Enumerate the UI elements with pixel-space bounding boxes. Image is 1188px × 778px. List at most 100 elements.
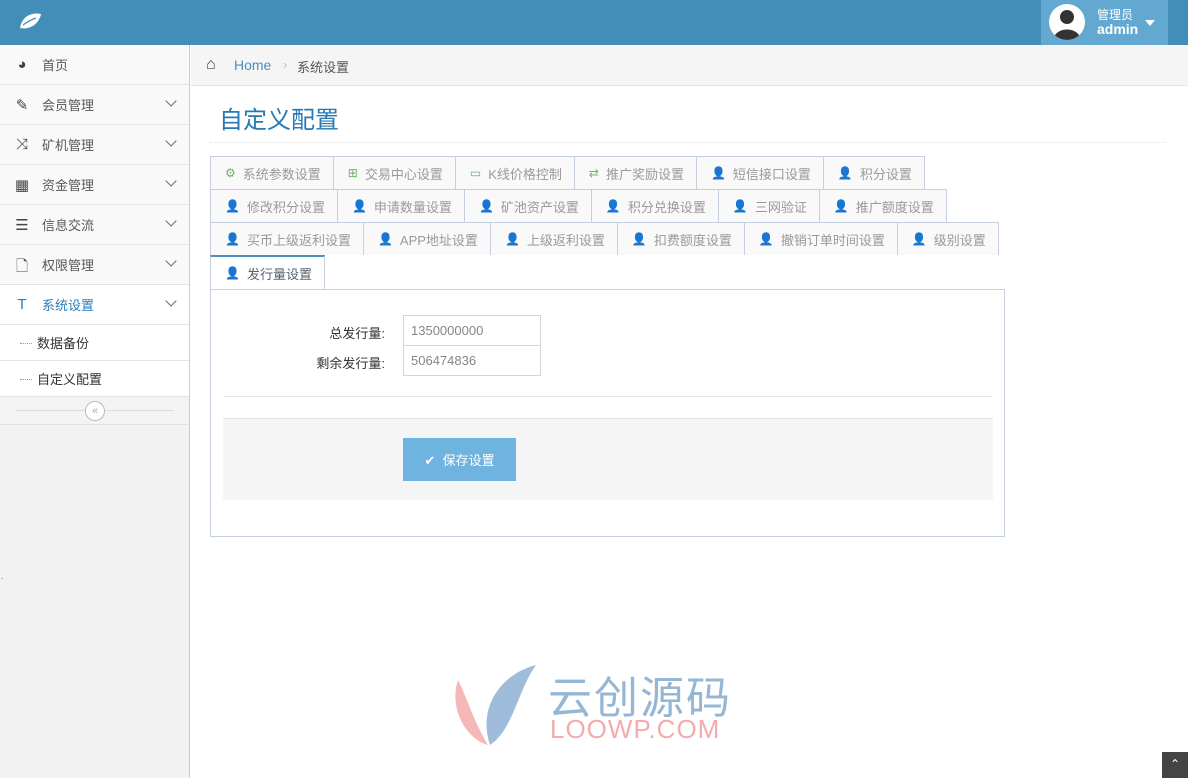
- settings-tabs: ⚙ 系统参数设置 ⊞ 交易中心设置 ▭ K线价格控制 ⇄ 推广奖励设置 👤 短信接口设置 👤 积分设置…: [210, 156, 999, 289]
- edit-icon: ✎: [15, 97, 29, 114]
- shuffle-icon: ⤨: [15, 136, 28, 153]
- user-icon: 👤: [732, 199, 748, 213]
- breadcrumb-separator: ›: [283, 57, 288, 72]
- tab-label: 短信接口设置: [732, 166, 811, 182]
- leaf-logo-icon[interactable]: [18, 12, 42, 30]
- tab-label: 扣费额度设置: [653, 232, 732, 248]
- sidebar-item-6[interactable]: T 系统设置: [0, 285, 189, 325]
- user-icon: 👤: [758, 232, 774, 246]
- save-label: 保存设置: [442, 453, 495, 468]
- user-menu[interactable]: 管理员 admin: [1041, 0, 1168, 45]
- chevron-down-icon: [165, 215, 177, 227]
- sidebar-item-label: 资金管理: [42, 178, 95, 193]
- remaining-issuance-input[interactable]: [403, 345, 541, 376]
- breadcrumb-home-link[interactable]: Home: [234, 57, 271, 73]
- user-icon: 👤: [478, 199, 494, 213]
- tab[interactable]: 👤 APP地址设置: [362, 222, 490, 255]
- tab[interactable]: 👤 积分兑换设置: [590, 189, 718, 222]
- tab-label: 买币上级返利设置: [246, 232, 351, 248]
- watermark-en: LOOWP.COM: [550, 714, 721, 744]
- tab[interactable]: 👤 买币上级返利设置: [210, 222, 363, 255]
- tab-label: 申请数量设置: [373, 199, 452, 215]
- tab[interactable]: ⚙ 系统参数设置: [210, 156, 333, 189]
- tab[interactable]: ⇄ 推广奖励设置: [573, 156, 696, 189]
- home-icon[interactable]: ⌂: [206, 56, 216, 74]
- tab[interactable]: 👤 积分设置: [822, 156, 925, 189]
- sidebar-item-label: 首页: [42, 58, 69, 73]
- tab-panel-issuance: 总发行量: 剩余发行量: ✔ 保存设置: [210, 289, 1005, 537]
- sidebar-item-label: 权限管理: [42, 258, 95, 273]
- tab-label: 推广额度设置: [855, 199, 934, 215]
- avatar: [1049, 4, 1085, 40]
- tab[interactable]: 👤 三网验证: [717, 189, 819, 222]
- tab-label: 积分设置: [859, 166, 912, 182]
- chevron-down-icon: [165, 295, 177, 307]
- tab[interactable]: 👤 级别设置: [896, 222, 999, 255]
- user-icon: 👤: [605, 199, 621, 213]
- watermark-logo: 云创源码 LOOWP.COM: [448, 660, 748, 750]
- sidebar-item-3[interactable]: ▦ 资金管理: [0, 165, 189, 205]
- user-icon: 👤: [225, 199, 240, 213]
- tab-row: ⚙ 系统参数设置 ⊞ 交易中心设置 ▭ K线价格控制 ⇄ 推广奖励设置 👤 短信接口设置 👤 积分设置: [210, 156, 999, 189]
- user-icon: 👤: [504, 232, 520, 246]
- sidebar: ◕ 首页 ✎ 会员管理 ⤨ 矿机管理 ▦ 资金管理 ☰ 信息交流 🗋 权限管理 T 系统设置 数据备份 自定…: [0, 45, 190, 778]
- user-icon: ▭: [469, 166, 482, 180]
- tab-label: K线价格控制: [488, 166, 562, 182]
- tab[interactable]: ▭ K线价格控制: [454, 156, 574, 189]
- calendar-icon: ▦: [14, 177, 30, 194]
- list-icon: ☰: [15, 217, 29, 234]
- breadcrumb: ⌂ Home › 系统设置: [191, 45, 1188, 86]
- sidebar-item-label: 信息交流: [42, 218, 95, 233]
- tab[interactable]: 👤 推广额度设置: [818, 189, 947, 222]
- tab-row: 👤 发行量设置: [210, 255, 999, 289]
- tab-row: 👤 修改积分设置 👤 申请数量设置 👤 矿池资产设置 👤 积分兑换设置 👤 三网验证 👤 推广额度设置: [210, 189, 999, 222]
- total-issuance-input[interactable]: [403, 315, 541, 346]
- tab-label: 推广奖励设置: [605, 166, 684, 182]
- user-icon: 👤: [833, 199, 849, 213]
- tab[interactable]: 👤 扣费额度设置: [616, 222, 744, 255]
- tab-label: 修改积分设置: [246, 199, 325, 215]
- back-to-top-button[interactable]: ⌃: [1162, 752, 1188, 778]
- tab[interactable]: 👤 撤销订单时间设置: [743, 222, 897, 255]
- top-navbar: 管理员 admin: [0, 0, 1188, 45]
- tab[interactable]: ⊞ 交易中心设置: [332, 156, 455, 189]
- sidebar-item-1[interactable]: ✎ 会员管理: [0, 85, 189, 125]
- tab-row: 👤 买币上级返利设置 👤 APP地址设置 👤 上级返利设置 👤 扣费额度设置 👤 撤销订单时间设置…: [210, 222, 999, 255]
- tab[interactable]: 👤 发行量设置: [210, 255, 325, 289]
- tab[interactable]: 👤 上级返利设置: [489, 222, 617, 255]
- user-icon: ⇄: [588, 166, 599, 180]
- save-button[interactable]: ✔ 保存设置: [403, 438, 516, 481]
- user-icon: ⊞: [347, 166, 358, 180]
- user-icon: 👤: [377, 232, 393, 246]
- sidebar-item-5[interactable]: 🗋 权限管理: [0, 245, 189, 285]
- sidebar-item-4[interactable]: ☰ 信息交流: [0, 205, 189, 245]
- tab-label: APP地址设置: [399, 232, 478, 248]
- dashboard-icon: ◕: [17, 56, 27, 73]
- user-icon: 👤: [631, 232, 647, 246]
- tab[interactable]: 👤 修改积分设置: [210, 189, 337, 222]
- chevron-down-icon: [165, 175, 177, 187]
- user-icon: 👤: [911, 232, 927, 246]
- user-name: admin: [1097, 21, 1139, 37]
- sidebar-subitem-0[interactable]: 数据备份: [0, 325, 189, 361]
- tab[interactable]: 👤 申请数量设置: [336, 189, 464, 222]
- tab[interactable]: 👤 短信接口设置: [695, 156, 823, 189]
- tab[interactable]: 👤 矿池资产设置: [463, 189, 591, 222]
- tab-label: 发行量设置: [246, 266, 312, 282]
- watermark-leaf-icon: [455, 665, 536, 745]
- total-issuance-label: 总发行量:: [329, 326, 385, 341]
- tab-label: 交易中心设置: [364, 166, 443, 182]
- user-icon: 👤: [225, 266, 240, 280]
- tab-label: 上级返利设置: [526, 232, 605, 248]
- sidebar-item-2[interactable]: ⤨ 矿机管理: [0, 125, 189, 165]
- check-icon: ✔: [424, 453, 436, 468]
- tab-label: 积分兑换设置: [627, 199, 706, 215]
- form-actions: ✔ 保存设置: [223, 418, 993, 500]
- collapse-icon[interactable]: «: [85, 401, 105, 421]
- user-icon: 👤: [710, 166, 726, 180]
- tab-label: 级别设置: [933, 232, 986, 248]
- user-icon: 👤: [225, 232, 240, 246]
- divider: [224, 396, 992, 397]
- sidebar-subitem-1[interactable]: 自定义配置: [0, 361, 189, 397]
- sidebar-item-0[interactable]: ◕ 首页: [0, 45, 189, 85]
